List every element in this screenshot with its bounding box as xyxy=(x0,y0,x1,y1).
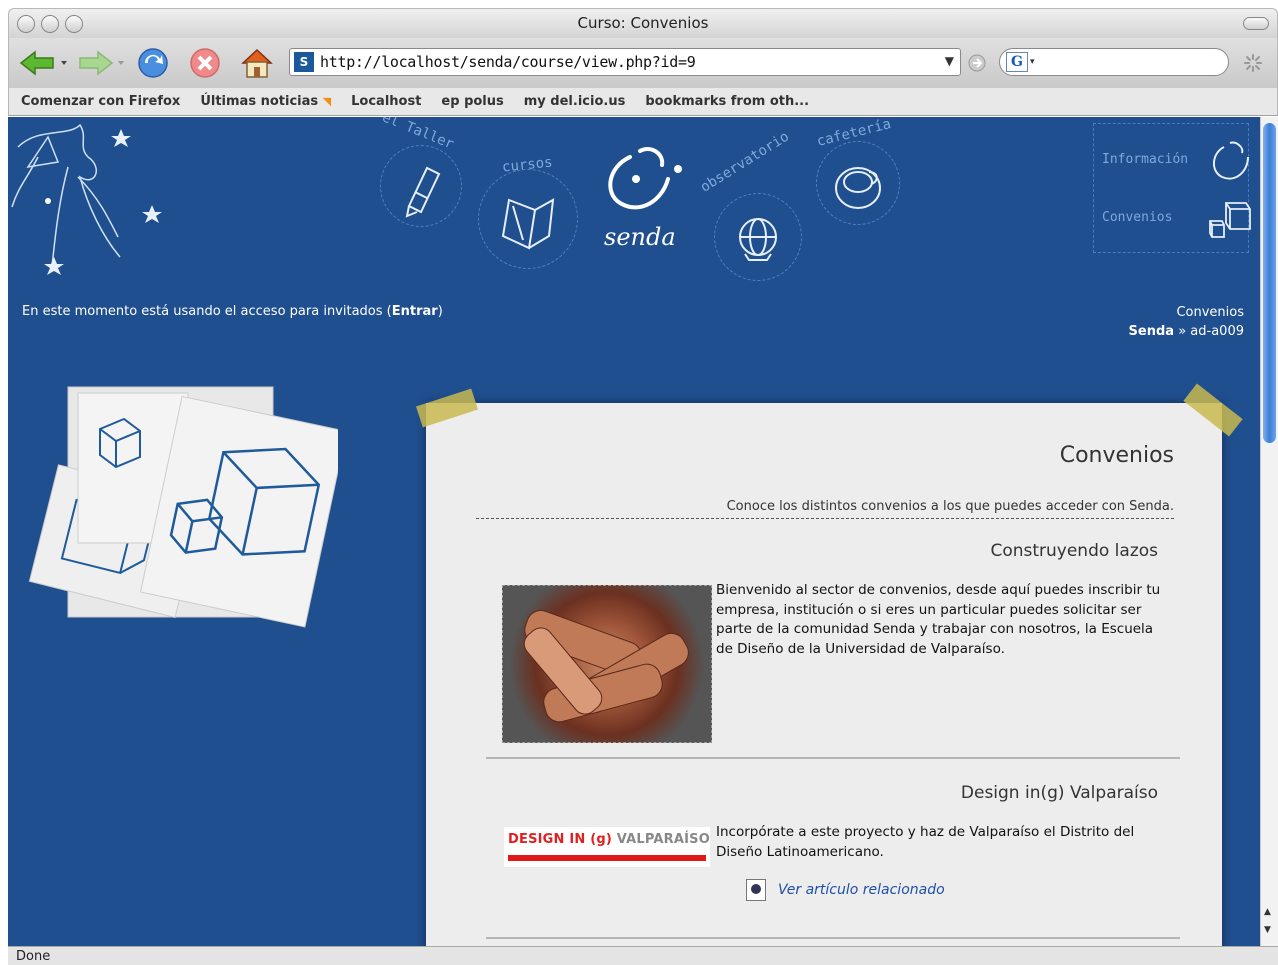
bookmark-localhost[interactable]: Localhost xyxy=(351,94,421,109)
coffee-cup-icon xyxy=(835,167,881,209)
window-title: Curso: Convenios xyxy=(577,14,709,32)
login-link[interactable]: Entrar xyxy=(392,304,438,319)
scroll-up-arrow-icon[interactable]: ▲ xyxy=(1264,907,1271,917)
stop-button[interactable] xyxy=(187,46,223,80)
scroll-down-arrow-icon[interactable]: ▼ xyxy=(1264,925,1271,935)
window-titlebar: Curso: Convenios xyxy=(8,8,1278,38)
senda-logo[interactable]: senda xyxy=(590,137,686,257)
bookmark-bookmarks-from-others[interactable]: bookmarks from oth... xyxy=(645,94,809,109)
breadcrumb-page-name: Convenios xyxy=(1176,305,1244,320)
home-button[interactable] xyxy=(237,46,277,80)
side-link-informacion[interactable]: Información xyxy=(1102,152,1188,167)
senda-logo-text: senda xyxy=(604,223,676,251)
card-title: Convenios xyxy=(1059,443,1174,468)
guest-access-message: En este momento está usando el acceso pa… xyxy=(22,304,443,319)
breadcrumb-home-link[interactable]: Senda xyxy=(1129,324,1175,339)
nav-cafeteria[interactable] xyxy=(816,141,900,225)
content-card: Convenios Conoce los distintos convenios… xyxy=(426,403,1222,946)
url-bar[interactable]: S http://localhost/senda/course/view.php… xyxy=(289,48,961,76)
activity-throbber-icon xyxy=(1241,46,1265,80)
search-engine-icon[interactable]: G xyxy=(1006,52,1028,72)
section-body-design-ing: Incorpórate a este proyecto y haz de Val… xyxy=(716,824,1135,860)
document-icon xyxy=(746,879,766,901)
forward-button[interactable] xyxy=(75,46,127,80)
globe-icon xyxy=(739,218,777,261)
go-icon xyxy=(968,54,986,72)
bookmark-delicious[interactable]: my del.icio.us xyxy=(524,94,626,109)
section-title-construyendo-lazos: Construyendo lazos xyxy=(990,541,1158,561)
bookmark-latest-news[interactable]: Últimas noticias ◥ xyxy=(200,94,331,109)
nav-cursos[interactable] xyxy=(478,169,578,269)
status-bar: Done xyxy=(8,946,1278,965)
senda-swirl-icon[interactable] xyxy=(1206,137,1254,185)
url-text: http://localhost/senda/course/view.php?i… xyxy=(320,53,696,71)
page-content: el Taller cursos senda observatorio cafe… xyxy=(8,117,1260,946)
scrollbar-thumb[interactable] xyxy=(1263,123,1276,443)
guest-access-text: En este momento está usando el acceso pa… xyxy=(22,304,383,319)
bookmark-latest-news-label: Últimas noticias xyxy=(200,94,319,109)
related-article-link[interactable]: Ver artículo relacionado xyxy=(778,882,945,898)
breadcrumb-separator: » xyxy=(1178,324,1187,339)
vertical-scrollbar[interactable]: ▲ ▼ xyxy=(1260,117,1278,946)
stop-icon xyxy=(190,48,220,78)
book-icon xyxy=(501,198,555,250)
section-separator xyxy=(486,937,1180,939)
home-icon xyxy=(241,48,273,78)
bookmark-getting-started[interactable]: Comenzar con Firefox xyxy=(21,94,180,109)
side-link-convenios[interactable]: Convenios xyxy=(1102,210,1172,225)
card-subtitle: Conoce los distintos convenios a los que… xyxy=(476,499,1174,519)
design-logo-grey-text: VALPARAÍSO xyxy=(616,832,710,847)
nav-taller[interactable] xyxy=(380,145,462,227)
breadcrumb: Convenios Senda » ad-a009 xyxy=(1129,303,1244,341)
status-text: Done xyxy=(16,949,51,964)
decorative-figure-illustration xyxy=(11,123,162,275)
bookmark-ep-polus[interactable]: ep polus xyxy=(441,94,503,109)
pencil-icon xyxy=(405,166,441,218)
search-box[interactable]: G ▾ xyxy=(999,48,1229,76)
rss-feed-icon: ◥ xyxy=(322,95,332,108)
section-title-design-ing: Design in(g) Valparaíso xyxy=(960,783,1158,803)
back-arrow-icon xyxy=(19,50,67,76)
reload-button[interactable] xyxy=(135,46,171,80)
nav-observatorio[interactable] xyxy=(714,193,802,281)
url-history-dropdown-icon[interactable]: ▼ xyxy=(945,54,954,68)
forward-arrow-icon xyxy=(79,50,124,76)
cube-papers-illustration xyxy=(28,386,338,628)
section-separator xyxy=(486,757,1180,759)
design-in-valparaiso-logo: DESIGN IN (g) VALPARAÍSO xyxy=(504,827,710,867)
bookmarks-toolbar: Comenzar con Firefox Últimas noticias ◥ … xyxy=(8,88,1278,116)
search-engine-dropdown-icon[interactable]: ▾ xyxy=(1030,57,1035,67)
reload-icon xyxy=(138,48,168,78)
design-logo-red-text: DESIGN IN (g) xyxy=(508,832,612,847)
related-article-row: Ver artículo relacionado xyxy=(746,879,945,901)
cubes-icon[interactable] xyxy=(1206,197,1254,241)
nav-observatorio-label[interactable]: observatorio xyxy=(698,129,792,196)
toolbar-toggle-button[interactable] xyxy=(1243,17,1269,30)
site-favicon-icon: S xyxy=(294,52,314,72)
section-body-construyendo-lazos: Bienvenido al sector de convenios, desde… xyxy=(716,582,1161,657)
go-button[interactable] xyxy=(965,46,989,80)
back-button[interactable] xyxy=(15,46,71,80)
hands-photo xyxy=(502,585,712,743)
breadcrumb-current: ad-a009 xyxy=(1190,324,1244,339)
navigation-toolbar: S http://localhost/senda/course/view.php… xyxy=(8,38,1278,88)
